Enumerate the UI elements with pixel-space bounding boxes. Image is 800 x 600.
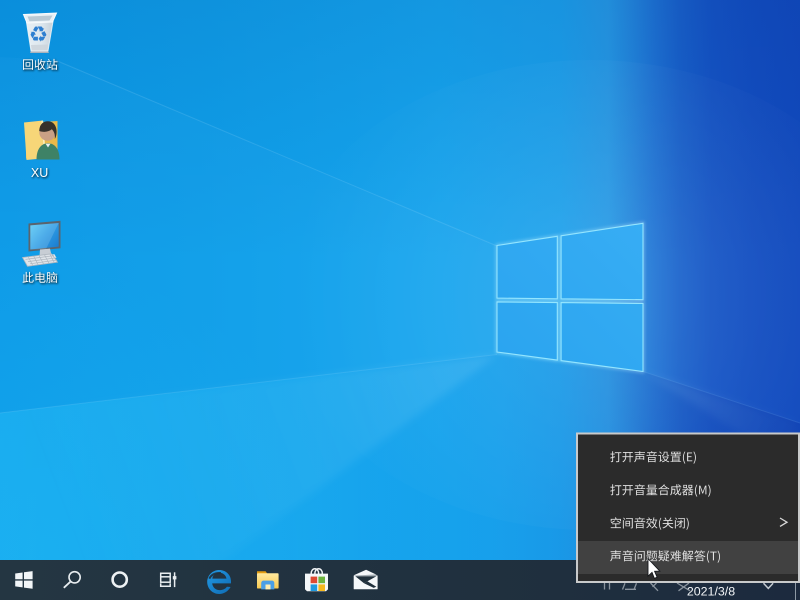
svg-text:2021/3/8: 2021/3/8 xyxy=(687,585,735,599)
svg-text:XU: XU xyxy=(31,166,48,180)
